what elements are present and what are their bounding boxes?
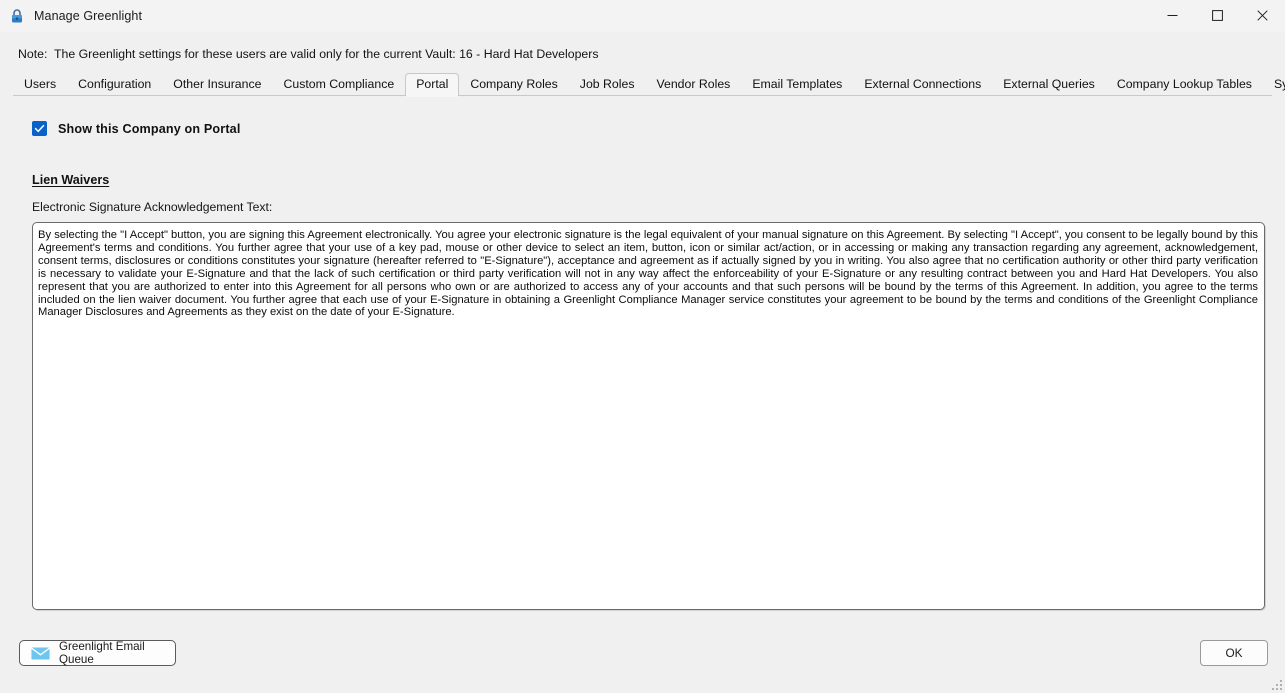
tab-external-queries[interactable]: External Queries [992, 73, 1106, 96]
vault-note-row: Note: The Greenlight settings for these … [0, 32, 1285, 61]
maximize-icon[interactable] [1195, 0, 1240, 31]
titlebar-left-group: Manage Greenlight [0, 8, 142, 24]
esig-acknowledgement-textarea[interactable]: By selecting the "I Accept" button, you … [32, 222, 1265, 610]
tab-vendor-roles[interactable]: Vendor Roles [645, 73, 741, 96]
tab-strip: Users Configuration Other Insurance Cust… [13, 72, 1285, 97]
tab-company-lookup-tables[interactable]: Company Lookup Tables [1106, 73, 1263, 96]
tab-configuration[interactable]: Configuration [67, 73, 162, 96]
tab-portal[interactable]: Portal [405, 73, 460, 97]
tab-company-roles[interactable]: Company Roles [459, 73, 568, 96]
tab-users[interactable]: Users [13, 73, 67, 96]
esig-text-label: Electronic Signature Acknowledgement Tex… [32, 200, 273, 214]
envelope-icon [31, 646, 50, 660]
lien-waivers-heading: Lien Waivers [32, 173, 110, 187]
tab-system-lookup-tables[interactable]: System Lookup Tables [1263, 73, 1285, 96]
ok-button[interactable]: OK [1200, 640, 1268, 666]
window-titlebar: Manage Greenlight [0, 0, 1285, 32]
window-title: Manage Greenlight [34, 8, 143, 23]
resize-grip[interactable] [1270, 678, 1282, 690]
window-controls [1150, 0, 1285, 31]
portal-tab-panel: Show this Company on Portal Lien Waivers… [0, 121, 1285, 610]
tab-email-templates[interactable]: Email Templates [741, 73, 853, 96]
tab-custom-compliance[interactable]: Custom Compliance [272, 73, 405, 96]
dialog-footer: Greenlight Email Queue OK [0, 631, 1285, 693]
tab-other-insurance[interactable]: Other Insurance [162, 73, 272, 96]
esig-acknowledgement-text: By selecting the "I Accept" button, you … [38, 229, 1262, 319]
checkmark-icon [34, 124, 45, 133]
tab-external-connections[interactable]: External Connections [853, 73, 992, 96]
greenlight-email-queue-label: Greenlight Email Queue [59, 640, 145, 666]
show-company-on-portal-checkbox[interactable] [32, 121, 47, 136]
lock-icon [9, 8, 25, 24]
ok-button-label: OK [1225, 646, 1243, 660]
close-icon[interactable] [1240, 0, 1285, 31]
vault-note-text: Note: The Greenlight settings for these … [18, 47, 599, 61]
show-company-on-portal-row[interactable]: Show this Company on Portal [13, 121, 1272, 136]
greenlight-email-queue-button[interactable]: Greenlight Email Queue [19, 640, 176, 666]
minimize-icon[interactable] [1150, 0, 1195, 31]
tab-job-roles[interactable]: Job Roles [569, 73, 646, 96]
show-company-on-portal-label: Show this Company on Portal [58, 121, 241, 136]
lien-waivers-heading-wrap: Lien Waivers [13, 136, 1272, 187]
